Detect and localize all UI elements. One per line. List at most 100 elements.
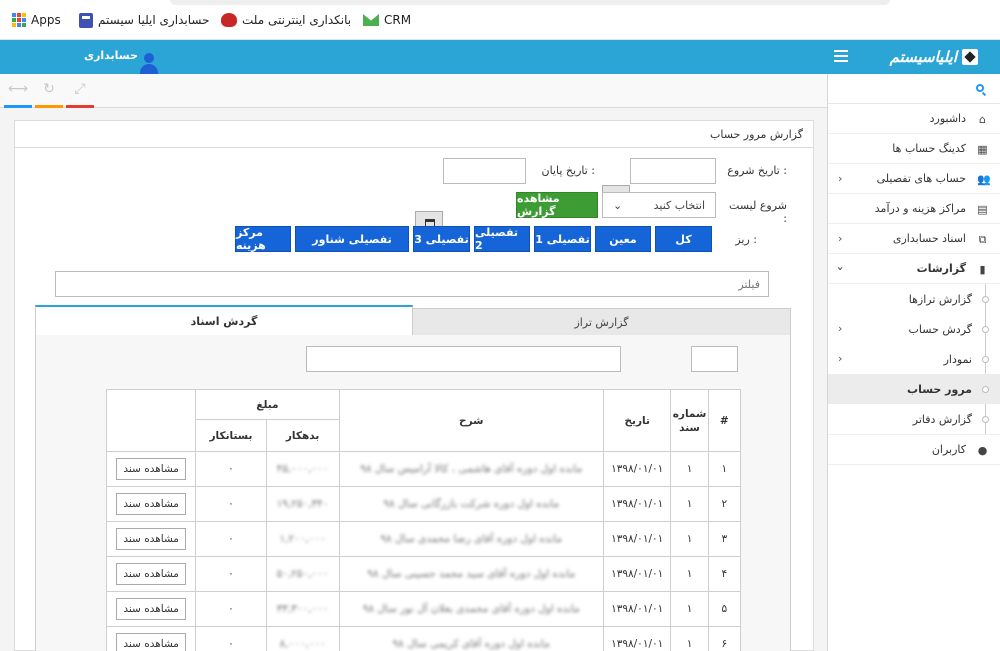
sidebar-search[interactable] — [828, 74, 1000, 104]
table-row: مشاهده سند ۰ ۵۰,۲۵۰,۰۰۰ مانده اول دوره آ… — [105, 556, 742, 592]
detail-button-tafsili-2[interactable]: تفصیلی 2 — [474, 226, 530, 252]
bookmark-label: حسابداری ایلیا سیستم — [98, 13, 210, 27]
cell-credit: ۰ — [195, 451, 267, 487]
cell-credit: ۰ — [195, 626, 267, 651]
view-document-button[interactable]: مشاهده سند — [116, 493, 187, 515]
cell-index: ۱ — [707, 451, 742, 487]
sidebar-item-reports[interactable]: › ▮ گزارشات — [828, 254, 1000, 284]
sidebar-item-label: کاربران — [931, 443, 966, 456]
select-value: انتخاب کنید — [653, 198, 705, 212]
table-row: مشاهده سند ۰ ۳۳,۳۰۰,۰۰۰ مانده اول دوره آ… — [105, 591, 742, 627]
sidebar-item-dashboard[interactable]: ⌂ داشبورد — [828, 104, 1000, 134]
cell-date: ۱۳۹۸/۰۱/۰۱ — [602, 521, 672, 557]
sidebar-item-label: کدینگ حساب ها — [892, 142, 966, 155]
grid-icon: ▦ — [977, 143, 988, 156]
view-document-button[interactable]: مشاهده سند — [116, 598, 187, 620]
sidebar-item-label: گزارشات — [916, 262, 966, 275]
bookmark-bank[interactable]: بانکداری اینترنتی ملت — [221, 11, 351, 29]
menu-toggle-icon[interactable] — [834, 50, 848, 62]
resize-icon: ⟷ — [7, 81, 29, 97]
cell-date: ۱۳۹۸/۰۱/۰۱ — [602, 486, 672, 522]
book-icon: ▮ — [979, 263, 986, 276]
start-date-label: تاریخ شروع : — [727, 164, 787, 177]
column-header-amount: مبلغ — [195, 389, 340, 420]
cell-index: ۳ — [707, 521, 742, 557]
sidebar-subitem-label: نمودار — [943, 352, 972, 366]
sidebar-item-detail-accounts[interactable]: › 👥 حساب های تفصیلی — [828, 164, 1000, 194]
detail-button-moein[interactable]: معین — [595, 226, 651, 252]
user-avatar-icon[interactable] — [139, 53, 159, 75]
detail-button-all[interactable]: کل — [655, 226, 712, 252]
cell-description: مانده اول دوره شرکت بازرگانی سال ۹۸ — [383, 498, 560, 510]
detail-label: ریز : — [735, 233, 757, 246]
sidebar-item-label: حساب های تفصیلی — [876, 172, 966, 185]
view-document-button[interactable]: مشاهده سند — [116, 563, 187, 585]
view-document-button[interactable]: مشاهده سند — [116, 633, 187, 651]
view-report-button[interactable]: مشاهده گزارش — [516, 192, 598, 218]
cell-index: ۶ — [707, 626, 742, 651]
refresh-button[interactable]: ↻ — [35, 78, 63, 108]
detail-button-tafsili-3[interactable]: تفصیلی 3 — [413, 226, 470, 252]
view-document-button[interactable]: مشاهده سند — [116, 528, 187, 550]
tab-document-turnover[interactable]: گردش اسناد — [35, 305, 413, 336]
cell-credit: ۰ — [195, 556, 267, 592]
cell-index: ۵ — [707, 591, 742, 627]
cell-index: ۲ — [707, 486, 742, 522]
cell-doc-number: ۱ — [670, 451, 709, 487]
sidebar-subitem-account-turnover[interactable]: › گردش حساب — [828, 314, 1000, 344]
refresh-icon: ↻ — [43, 81, 55, 97]
search-icon[interactable] — [976, 84, 984, 92]
list-start-label: شروع لیست : — [729, 199, 787, 225]
detail-button-tafsili-1[interactable]: تفصیلی 1 — [534, 226, 591, 252]
chevron-down-icon: ⌄ — [613, 198, 623, 212]
list-start-select[interactable]: ⌄ انتخاب کنید — [602, 192, 716, 218]
chevron-right-icon: › — [838, 232, 843, 245]
documents-table: مبلغ شرح تاریخ شماره سند # بستانکار بدهک… — [105, 389, 742, 651]
bank-icon — [221, 13, 237, 27]
detail-button-cost-center[interactable]: مرکز هزینه — [235, 226, 291, 252]
report-panel: گزارش مرور حساب تاریخ شروع : تاریخ پایان… — [14, 120, 814, 651]
chevron-down-icon: › — [833, 266, 847, 271]
bookmark-apps[interactable]: Apps — [12, 11, 61, 29]
bookmark-label: Apps — [31, 13, 61, 27]
cell-debit: ۸,۰۰۰,۰۰۰ — [279, 638, 326, 650]
tree-node-icon — [982, 326, 989, 333]
sidebar-item-users[interactable]: ● کاربران — [828, 435, 1000, 465]
table-row: مشاهده سند ۰ ۸,۰۰۰,۰۰۰ مانده اول دوره آق… — [105, 626, 742, 651]
sidebar-subitem-label: گزارش ترازها — [908, 292, 972, 306]
cell-description: مانده اول دوره آقای سید محمد حسینی سال ۹… — [367, 568, 576, 580]
copy-icon: ⧉ — [978, 233, 987, 246]
sidebar-subitem-chart[interactable]: › نمودار — [828, 344, 1000, 374]
cell-description: مانده اول دوره آقای کریمی سال ۹۸ — [392, 638, 551, 650]
view-document-button[interactable]: مشاهده سند — [116, 458, 187, 480]
brand[interactable]: ایلیاسیستم — [890, 45, 978, 69]
bookmark-label: بانکداری اینترنتی ملت — [242, 13, 352, 27]
start-date-input[interactable] — [630, 158, 716, 184]
filter-input[interactable]: فیلتر — [55, 271, 769, 297]
user-name[interactable]: حسابداری — [84, 49, 138, 62]
fullscreen-button[interactable]: ⤢ — [66, 78, 94, 108]
sidebar-subitem-account-review[interactable]: مرور حساب — [828, 374, 1000, 404]
cell-description: مانده اول دوره آقای هاشمی ، کالا آرامیس … — [360, 463, 583, 475]
sidebar-item-cost-centers[interactable]: ▤ مراکز هزینه و درآمد — [828, 194, 1000, 224]
brand-logo-icon — [962, 49, 978, 65]
panel-title: گزارش مرور حساب — [15, 121, 813, 148]
detail-button-floating[interactable]: تفصیلی شناور — [295, 226, 409, 252]
cell-doc-number: ۱ — [670, 486, 709, 522]
table-page-size-input[interactable] — [691, 346, 738, 372]
tab-balance-report[interactable]: گزارش تراز — [412, 308, 791, 336]
table-search-input[interactable] — [306, 346, 621, 372]
bookmarks-bar: Apps حسابداری ایلیا سیستم بانکداری اینتر… — [0, 0, 1000, 40]
sidebar-item-documents[interactable]: › ⧉ اسناد حسابداری — [828, 224, 1000, 254]
sidebar-item-coding[interactable]: ▦ کدینگ حساب ها — [828, 134, 1000, 164]
column-header-doc-number: شماره سند — [670, 389, 709, 452]
end-date-input[interactable] — [443, 158, 526, 184]
bookmark-crm[interactable]: CRM — [363, 11, 411, 29]
sidebar-subitem-ledger-reports[interactable]: گزارش دفاتر — [828, 404, 1000, 434]
resize-button[interactable]: ⟷ — [4, 78, 32, 108]
bookmark-accounting[interactable]: حسابداری ایلیا سیستم — [79, 11, 209, 29]
apps-grid-icon — [12, 13, 26, 27]
sidebar-subitem-balance-reports[interactable]: گزارش ترازها — [828, 284, 1000, 314]
table-body: مشاهده سند ۰ ۴۵,۰۰۰,۰۰۰ مانده اول دوره آ… — [105, 451, 742, 651]
home-icon: ⌂ — [979, 113, 986, 126]
